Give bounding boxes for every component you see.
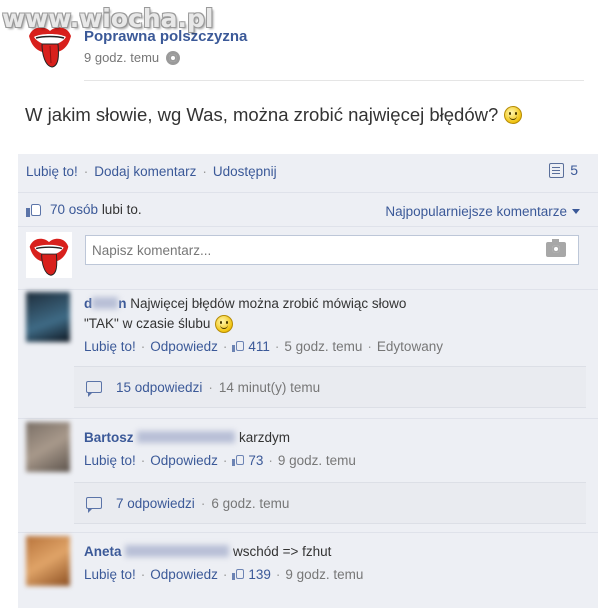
- avatar[interactable]: [26, 422, 70, 472]
- comment-time[interactable]: 9 godz. temu: [278, 451, 356, 471]
- like-link[interactable]: Lubię to!: [26, 164, 78, 179]
- comment-icon: [549, 162, 565, 178]
- post-time-link[interactable]: 9 godz. temu: [84, 50, 159, 65]
- sort-comments-dropdown[interactable]: Najpopularniejsze komentarze: [385, 204, 580, 219]
- blurred-name: [92, 297, 119, 309]
- likes-suffix: lubi to.: [101, 202, 142, 217]
- smiley-emoticon-icon: [504, 106, 523, 124]
- thumbs-up-icon: [232, 454, 245, 466]
- comment-author[interactable]: dn: [84, 296, 127, 311]
- separator-dot: ·: [83, 164, 89, 179]
- likes-summary: 70 osób lubi to.: [26, 202, 142, 217]
- replies-row[interactable]: 15 odpowiedzi · 14 minut(y) temu: [74, 366, 586, 408]
- edited-label[interactable]: Edytowany: [377, 337, 443, 357]
- likes-text: 70 osób lubi to.: [50, 202, 142, 217]
- add-comment-link[interactable]: Dodaj komentarz: [94, 164, 196, 179]
- comment-count-value: 5: [570, 162, 578, 178]
- blurred-name: [125, 545, 230, 557]
- feedback-panel: Lubię to! · Dodaj komentarz · Udostępnij…: [18, 154, 598, 608]
- comment-meta: Lubię to! · Odpowiedz · 73 · 9 godz. temu: [84, 451, 356, 471]
- comment-input[interactable]: Napisz komentarz...: [85, 235, 579, 265]
- comment-reply-link[interactable]: Odpowiedz: [150, 451, 218, 471]
- comment-time[interactable]: 9 godz. temu: [285, 565, 363, 585]
- likers-link[interactable]: 70 osób: [50, 202, 98, 217]
- thumbs-up-icon: [232, 340, 245, 352]
- divider: [18, 289, 598, 290]
- thumbs-up-icon: [232, 568, 245, 580]
- watermark: www.wiocha.pl: [2, 4, 214, 33]
- post-text: W jakim słowie, wg Was, można zrobić naj…: [25, 104, 523, 126]
- comment-likes-count[interactable]: 139: [232, 565, 271, 585]
- replies-time: 14 minut(y) temu: [218, 379, 321, 395]
- comment-text: karzdym: [239, 430, 291, 445]
- avatar[interactable]: [26, 536, 70, 586]
- comment-text: Najwięcej błędów można zrobić mówiąc sło…: [130, 296, 407, 311]
- divider: [18, 532, 598, 533]
- comment-body: Aneta wschód => fzhut Lubię to! · Odpowie…: [84, 542, 363, 585]
- thumbs-up-icon: [26, 202, 42, 217]
- chevron-down-icon: [572, 209, 580, 214]
- blurred-name: [137, 431, 236, 443]
- comment-author[interactable]: Bartosz: [84, 430, 236, 445]
- separator-dot: ·: [202, 164, 207, 179]
- replies-link[interactable]: 15 odpowiedzi: [116, 380, 202, 395]
- sort-label: Najpopularniejsze komentarze: [385, 204, 567, 219]
- comment-text: wschód => fzhut: [233, 544, 332, 559]
- comment-likes-count[interactable]: 73: [232, 451, 263, 471]
- comment-meta: Lubię to! · Odpowiedz · 411 · 5 godz. temu ·…: [84, 337, 443, 357]
- smiley-emoticon-icon: [215, 315, 234, 333]
- divider: [84, 80, 584, 81]
- comment-input-placeholder: Napisz komentarz...: [92, 243, 212, 258]
- comment-body: dn Najwięcej błędów można zrobić mówiąc …: [84, 294, 443, 357]
- post-actions: Lubię to! · Dodaj komentarz · Udostępnij: [26, 164, 277, 179]
- avatar[interactable]: [26, 292, 70, 342]
- comment-author[interactable]: Aneta: [84, 544, 230, 559]
- comment-like-link[interactable]: Lubię to!: [84, 565, 136, 585]
- comment-like-link[interactable]: Lubię to!: [84, 451, 136, 471]
- divider: [18, 192, 598, 193]
- replies-time: 6 godz. temu: [211, 495, 290, 511]
- globe-icon: [166, 50, 181, 65]
- comment-body: Bartosz karzdym Lubię to! · Odpowiedz · 73…: [84, 428, 356, 471]
- comment-reply-link[interactable]: Odpowiedz: [150, 565, 218, 585]
- comment-likes-count[interactable]: 411: [232, 337, 270, 357]
- comment-meta: Lubię to! · Odpowiedz · 139 · 9 godz. temu: [84, 565, 363, 585]
- reply-icon: [86, 381, 102, 397]
- share-link[interactable]: Udostępnij: [213, 164, 277, 179]
- camera-icon[interactable]: [546, 239, 566, 257]
- divider: [18, 226, 598, 227]
- comment-time[interactable]: 5 godz. temu: [284, 337, 362, 357]
- replies-link[interactable]: 7 odpowiedzi: [116, 496, 195, 511]
- comment-count[interactable]: 5: [549, 162, 578, 178]
- post-meta: 9 godz. temu: [84, 50, 181, 65]
- comment-text: "TAK" w czasie ślubu: [84, 316, 211, 331]
- post-text-content: W jakim słowie, wg Was, można zrobić naj…: [25, 104, 499, 125]
- replies-row[interactable]: 7 odpowiedzi · 6 godz. temu: [74, 482, 586, 524]
- comment-reply-link[interactable]: Odpowiedz: [150, 337, 218, 357]
- divider: [18, 418, 598, 419]
- reply-icon: [86, 497, 102, 513]
- avatar: [26, 232, 72, 278]
- comment-like-link[interactable]: Lubię to!: [84, 337, 136, 357]
